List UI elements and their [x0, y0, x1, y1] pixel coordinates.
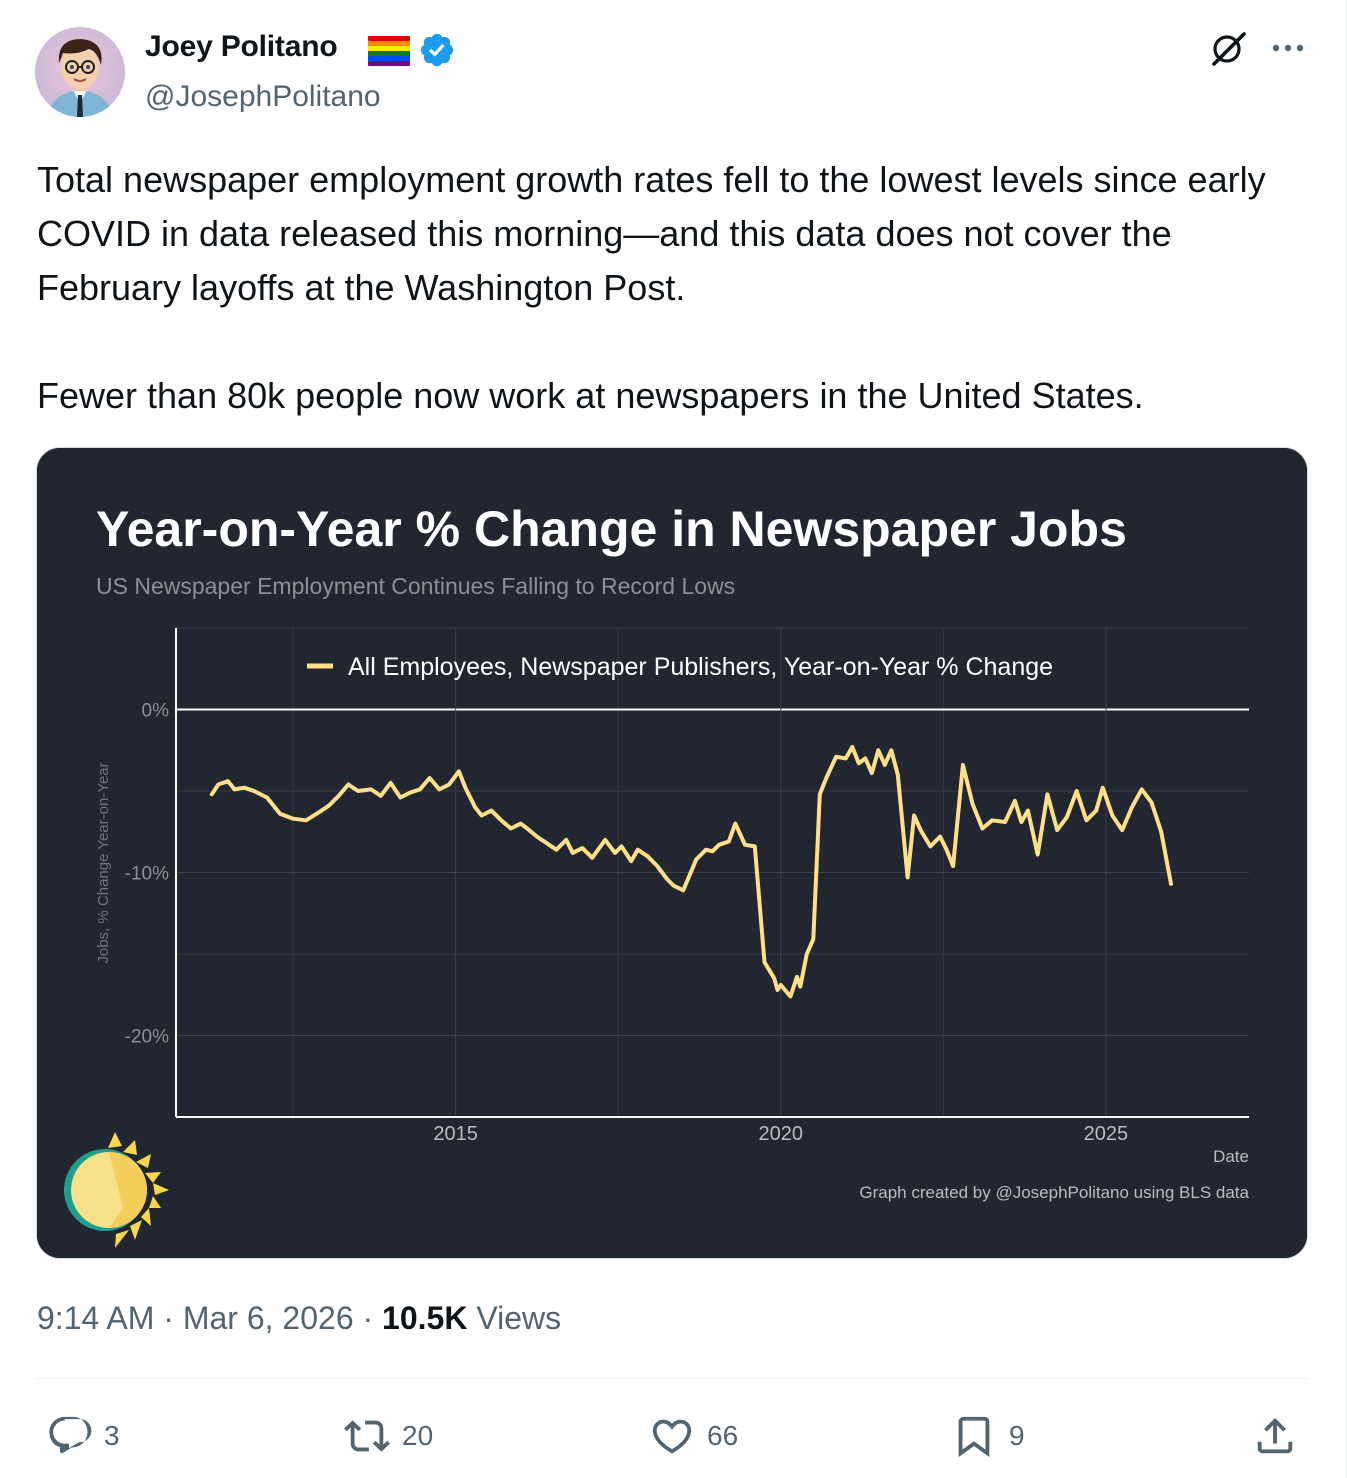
- chart-caption: Graph created by @JosephPolitano using B…: [859, 1183, 1249, 1202]
- retweet-button[interactable]: 20: [344, 1408, 433, 1464]
- tweet-date[interactable]: Mar 6, 2026: [183, 1300, 354, 1336]
- meta-separator: ·: [353, 1300, 383, 1336]
- retweet-icon: [344, 1420, 390, 1452]
- y-tick-label: -20%: [125, 1027, 169, 1048]
- meta-separator: ·: [154, 1300, 183, 1336]
- y-tick-label: -10%: [125, 864, 169, 885]
- x-axis-label: Date: [1213, 1147, 1249, 1166]
- author-name[interactable]: Joey Politano: [145, 30, 338, 64]
- verified-badge-icon[interactable]: [418, 31, 456, 69]
- chart-svg: Year-on-Year % Change in Newspaper Jobs …: [37, 448, 1307, 1258]
- y-axis-label: Jobs, % Change Year-on-Year: [95, 762, 112, 963]
- reply-count: 3: [104, 1420, 120, 1451]
- share-icon: [1257, 1417, 1293, 1454]
- x-tick-label: 2020: [759, 1123, 804, 1145]
- x-tick-label: 2025: [1084, 1123, 1129, 1145]
- like-button[interactable]: 66: [649, 1408, 738, 1464]
- legend-label: All Employees, Newspaper Publishers, Yea…: [348, 653, 1053, 681]
- views-label: Views: [476, 1300, 562, 1336]
- bookmark-icon: [958, 1416, 990, 1457]
- views-count: 10.5K: [382, 1300, 468, 1336]
- avatar[interactable]: [35, 27, 125, 117]
- y-tick-label: 0%: [142, 701, 170, 722]
- tweet-paragraph-2: Fewer than 80k people now work at newspa…: [37, 375, 1144, 416]
- retweet-count: 20: [402, 1420, 434, 1451]
- x-tick-label: 2015: [433, 1123, 478, 1145]
- author-handle[interactable]: @JosephPolitano: [145, 80, 381, 114]
- rainbow-flag-icon: [368, 36, 410, 66]
- tweet-paragraph-1: Total newspaper employment growth rates …: [37, 159, 1266, 308]
- reply-button[interactable]: 3: [46, 1408, 120, 1464]
- bookmark-count: 9: [1009, 1420, 1025, 1451]
- reply-icon: [49, 1416, 92, 1454]
- share-button[interactable]: [1252, 1408, 1298, 1464]
- tweet-time[interactable]: 9:14 AM: [37, 1300, 154, 1336]
- divider: [36, 1378, 1308, 1379]
- chart-title: Year-on-Year % Change in Newspaper Jobs: [96, 501, 1127, 557]
- chart-subtitle: US Newspaper Employment Continues Fallin…: [96, 573, 735, 599]
- heart-icon: [652, 1419, 692, 1454]
- more-icon[interactable]: [1268, 33, 1308, 63]
- tweet-meta: 9:14 AM · Mar 6, 2026 · 10.5K Views: [37, 1300, 561, 1337]
- tweet-text: Total newspaper employment growth rates …: [37, 153, 1307, 423]
- bookmark-button[interactable]: 9: [951, 1408, 1025, 1464]
- grok-icon[interactable]: [1206, 27, 1250, 71]
- media-chart-card[interactable]: Year-on-Year % Change in Newspaper Jobs …: [36, 447, 1308, 1259]
- like-count: 66: [707, 1420, 739, 1451]
